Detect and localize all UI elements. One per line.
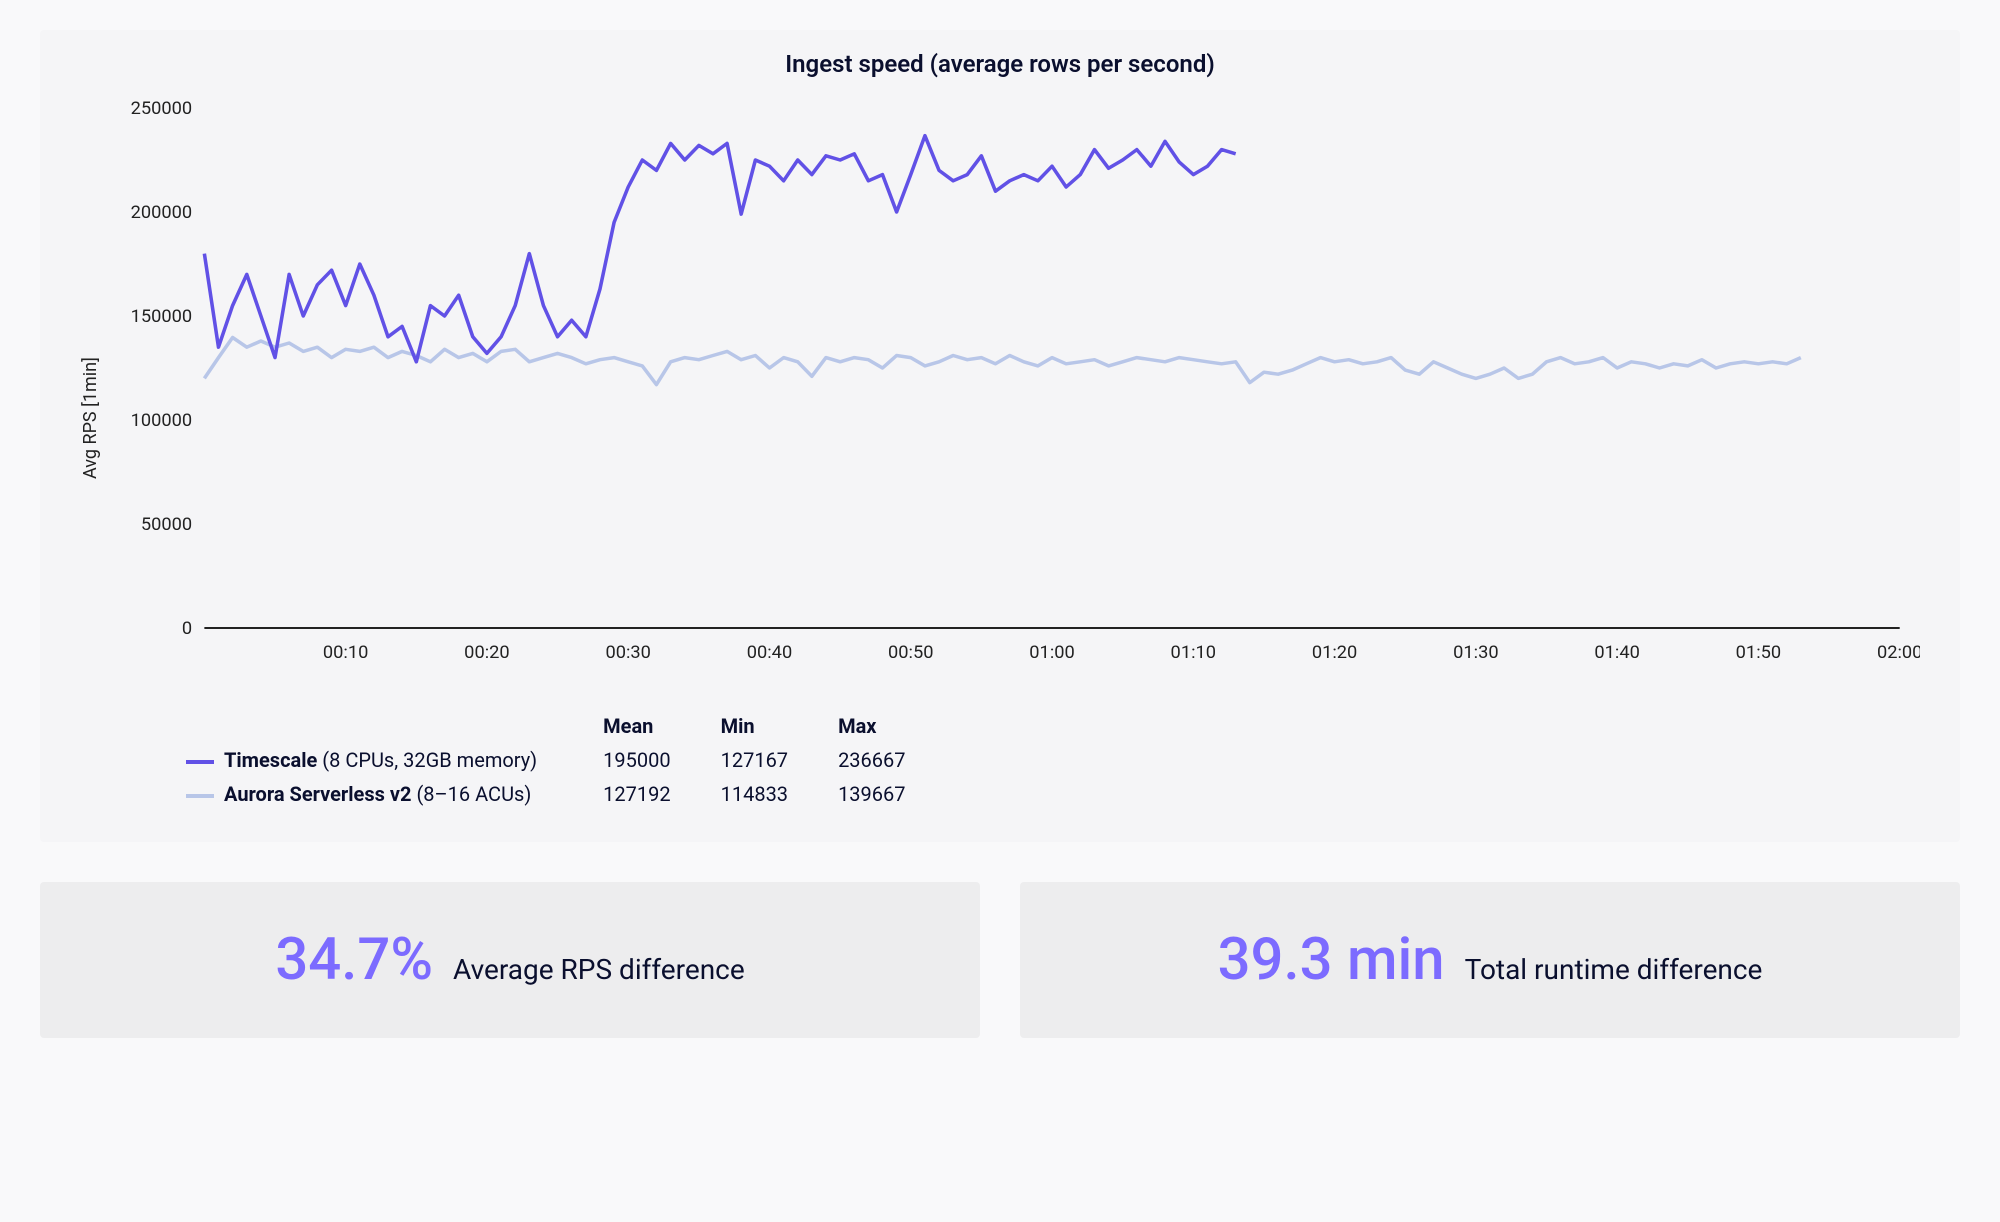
legend-series-sub: (8–16 ACUs) [416, 782, 531, 806]
legend-cell-max: 139667 [814, 778, 929, 810]
legend-header-max: Max [814, 710, 929, 742]
plot-holder: 0 50000 100000 150000 200000 250000 00:10 00:20… [113, 98, 1920, 678]
legend-table: Mean Min Max Timescale (8 CPUs, 32GB mem… [160, 708, 932, 812]
stat-label: Average RPS difference [453, 953, 745, 986]
plot-wrap: Avg RPS [1min] 0 50000 100000 150000 200000 2… [80, 98, 1920, 678]
svg-text:00:50: 00:50 [888, 642, 933, 663]
svg-text:0: 0 [182, 618, 192, 639]
stat-card-rps: 34.7% Average RPS difference [40, 882, 980, 1038]
svg-text:02:00: 02:00 [1877, 642, 1920, 663]
stat-value: 34.7% [275, 926, 433, 994]
chart-container: Ingest speed (average rows per second) A… [40, 30, 1960, 842]
svg-text:01:20: 01:20 [1312, 642, 1357, 663]
line-chart: 0 50000 100000 150000 200000 250000 00:10 00:20… [113, 98, 1920, 678]
legend-header-mean: Mean [579, 710, 694, 742]
y-axis-label: Avg RPS [1min] [80, 98, 101, 678]
svg-text:50000: 50000 [141, 514, 192, 535]
legend-row: Timescale (8 CPUs, 32GB memory)195000127… [162, 744, 930, 776]
legend-cell-mean: 195000 [579, 744, 694, 776]
stat-label: Total runtime difference [1465, 953, 1763, 986]
legend-swatch [186, 794, 214, 798]
svg-text:00:10: 00:10 [323, 642, 368, 663]
svg-text:150000: 150000 [131, 306, 193, 327]
svg-text:01:40: 01:40 [1594, 642, 1639, 663]
legend-header-row: Mean Min Max [162, 710, 930, 742]
legend-header-min: Min [697, 710, 812, 742]
svg-text:00:30: 00:30 [605, 642, 650, 663]
legend-series-name: Timescale [224, 748, 317, 772]
svg-text:01:50: 01:50 [1736, 642, 1781, 663]
stat-card-runtime: 39.3 min Total runtime difference [1020, 882, 1960, 1038]
chart-title: Ingest speed (average rows per second) [80, 50, 1920, 78]
stat-row: 34.7% Average RPS difference 39.3 min To… [40, 882, 1960, 1038]
svg-text:01:00: 01:00 [1029, 642, 1074, 663]
legend-swatch [186, 760, 214, 764]
legend-series-name: Aurora Serverless v2 [224, 782, 411, 806]
legend-series-label: Aurora Serverless v2 (8–16 ACUs) [162, 778, 577, 810]
svg-text:01:30: 01:30 [1453, 642, 1498, 663]
legend-row: Aurora Serverless v2 (8–16 ACUs)12719211… [162, 778, 930, 810]
svg-text:01:10: 01:10 [1171, 642, 1216, 663]
svg-text:00:40: 00:40 [747, 642, 792, 663]
svg-text:200000: 200000 [131, 202, 193, 223]
legend-cell-min: 114833 [697, 778, 812, 810]
svg-text:250000: 250000 [131, 98, 193, 119]
legend-cell-min: 127167 [697, 744, 812, 776]
svg-text:00:20: 00:20 [464, 642, 509, 663]
legend-cell-mean: 127192 [579, 778, 694, 810]
stat-value: 39.3 min [1218, 926, 1445, 994]
legend-cell-max: 236667 [814, 744, 929, 776]
legend-series-label: Timescale (8 CPUs, 32GB memory) [162, 744, 577, 776]
legend-series-sub: (8 CPUs, 32GB memory) [322, 748, 537, 772]
svg-text:100000: 100000 [131, 410, 193, 431]
